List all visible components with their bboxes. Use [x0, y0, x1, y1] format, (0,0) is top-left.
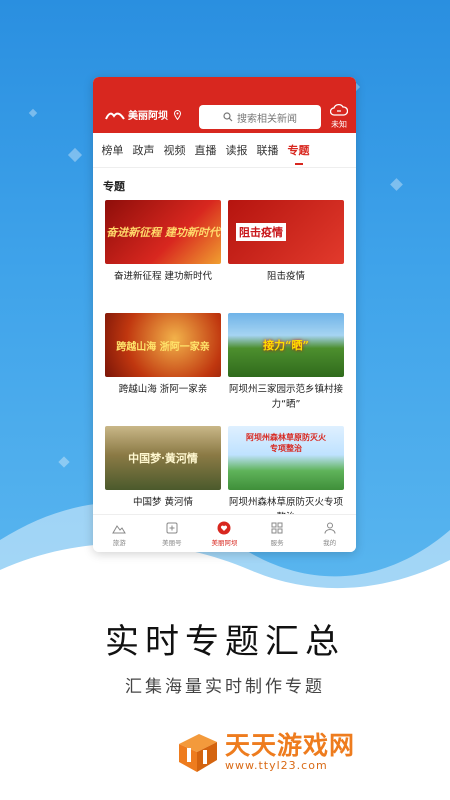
- topic-card[interactable]: 阻击疫情 阻击疫情: [228, 200, 344, 313]
- thumbnail-overlay-text: 阻击疫情: [236, 223, 286, 241]
- logo-icon: [105, 112, 125, 120]
- search-icon: [223, 112, 233, 122]
- topic-caption: 中国梦 黄河情: [132, 497, 194, 508]
- app-phone-frame: 美丽阿坝 搜索相关新闻 未知 榜单 政声 视频 直播 读报 联播 专题 专题 奋…: [93, 77, 356, 552]
- search-input[interactable]: 搜索相关新闻: [199, 105, 321, 129]
- topic-thumbnail: 中国梦·黄河情: [105, 426, 221, 490]
- topic-caption: 阿坝州三家园示范乡镇村接力“晒”: [228, 384, 343, 410]
- topic-card[interactable]: 奋进新征程 建功新时代 奋进新征程 建功新时代: [105, 200, 221, 313]
- app-name: 美丽阿坝: [128, 111, 168, 122]
- nav-label: 服务: [270, 538, 284, 547]
- topic-card[interactable]: 接力“晒” 阿坝州三家园示范乡镇村接力“晒”: [228, 313, 344, 426]
- location-pin-icon[interactable]: [174, 109, 181, 120]
- nav-service[interactable]: 服务: [251, 515, 304, 552]
- nav-meili-aba[interactable]: 美丽阿坝: [198, 515, 251, 552]
- nav-label: 美丽阿坝: [211, 538, 238, 547]
- tab-live[interactable]: 直播: [190, 142, 221, 158]
- topic-card[interactable]: 跨越山海 浙阿一家亲 跨越山海 浙阿一家亲: [105, 313, 221, 426]
- tab-zhengsheng[interactable]: 政声: [128, 142, 159, 158]
- watermark-brand: 天天游戏网: [225, 731, 356, 760]
- tab-special-topics[interactable]: 专题: [283, 142, 314, 165]
- topic-thumbnail: 跨越山海 浙阿一家亲: [105, 313, 221, 377]
- topic-caption: 奋进新征程 建功新时代: [113, 271, 213, 282]
- topic-caption: 跨越山海 浙阿一家亲: [118, 384, 208, 395]
- app-header: 美丽阿坝 搜索相关新闻 未知: [93, 77, 356, 133]
- heart-circle-icon: [217, 521, 231, 534]
- channel-tabs: 榜单 政声 视频 直播 读报 联播 专题: [93, 133, 356, 168]
- topic-grid: 奋进新征程 建功新时代 奋进新征程 建功新时代 阻击疫情 阻击疫情 跨越山海 浙…: [93, 200, 356, 539]
- mountain-icon: [112, 524, 127, 533]
- watermark-url: www.ttyl23.com: [225, 759, 328, 772]
- tab-bangdan[interactable]: 榜单: [97, 142, 128, 158]
- promo-title: 实时专题汇总: [105, 622, 345, 662]
- thumbnail-overlay-text: 接力“晒”: [263, 339, 309, 352]
- thumbnail-overlay-text: 阿坝州森林草原防灭火专项整治: [246, 432, 326, 453]
- nav-travel[interactable]: 旅游: [93, 515, 146, 552]
- bottom-navigation: 旅游 美丽号 美丽阿坝 服务 我的: [93, 514, 356, 552]
- watermark-logo-icon: [179, 734, 217, 772]
- cloud-icon: [329, 103, 349, 116]
- nav-label: 旅游: [112, 538, 126, 547]
- person-icon: [324, 522, 336, 534]
- section-title: 专题: [103, 180, 125, 193]
- search-placeholder: 搜索相关新闻: [237, 113, 297, 125]
- topic-thumbnail: 阻击疫情: [228, 200, 344, 264]
- tab-video[interactable]: 视频: [159, 142, 190, 158]
- app-logo: 美丽阿坝: [105, 107, 181, 122]
- weather-widget[interactable]: 未知: [328, 103, 350, 130]
- topic-thumbnail: 奋进新征程 建功新时代: [105, 200, 221, 264]
- thumbnail-overlay-text: 奋进新征程 建功新时代: [106, 226, 220, 239]
- topic-thumbnail: 接力“晒”: [228, 313, 344, 377]
- nav-meilihao[interactable]: 美丽号: [146, 515, 199, 552]
- topic-thumbnail: 阿坝州森林草原防灭火专项整治: [228, 426, 344, 490]
- thumbnail-overlay-text: 跨越山海 浙阿一家亲: [116, 341, 210, 353]
- thumbnail-overlay-text: 中国梦·黄河情: [128, 452, 198, 465]
- tab-newspaper[interactable]: 读报: [221, 142, 252, 158]
- topic-caption: 阻击疫情: [266, 271, 305, 282]
- nav-label: 美丽号: [162, 538, 182, 547]
- nav-label: 我的: [323, 538, 337, 547]
- watermark: 天天游戏网 www.ttyl23.com: [175, 730, 355, 776]
- nav-mine[interactable]: 我的: [303, 515, 356, 552]
- grid-icon: [271, 522, 283, 533]
- weather-label: 未知: [331, 120, 347, 129]
- plus-square-icon: [166, 522, 178, 533]
- promo-subtitle: 汇集海量实时制作专题: [125, 677, 325, 697]
- tab-broadcast[interactable]: 联播: [252, 142, 283, 158]
